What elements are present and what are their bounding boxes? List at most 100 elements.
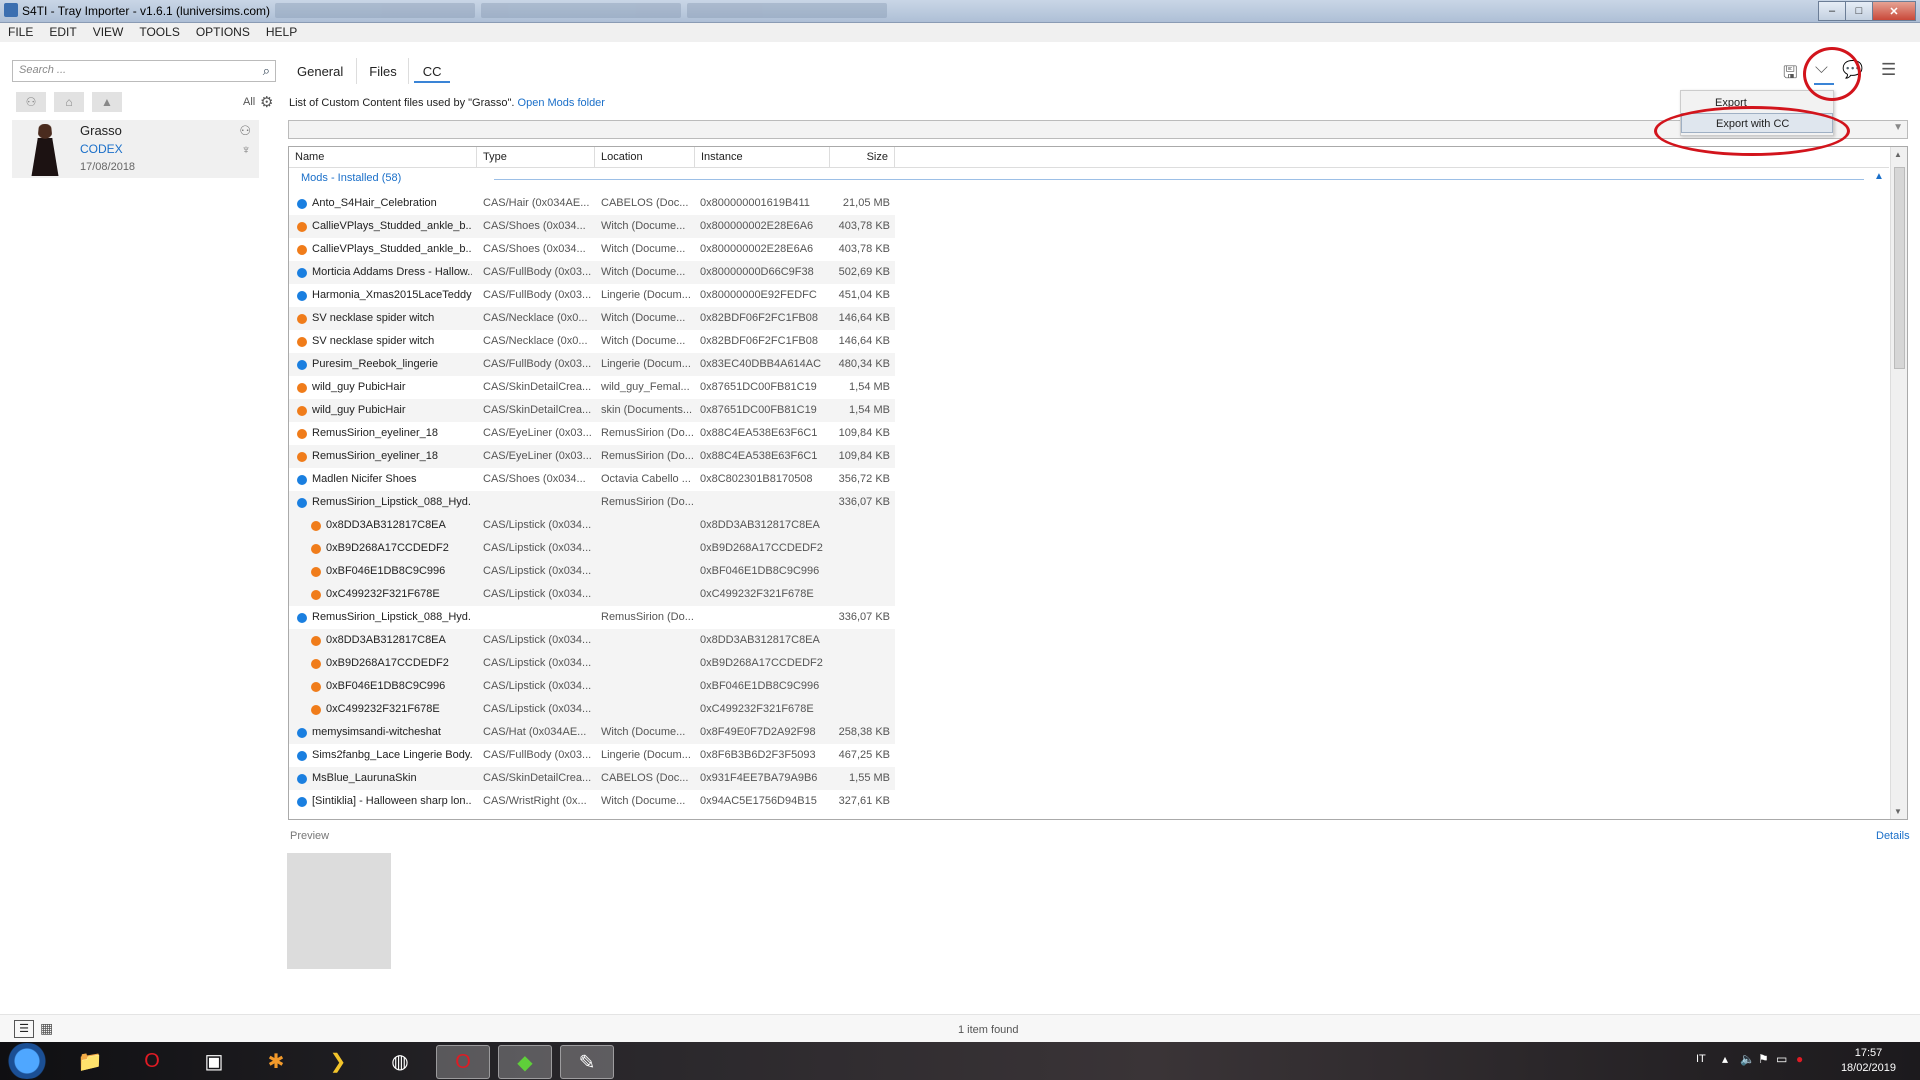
table-row[interactable]: Harmonia_Xmas2015LaceTeddy CAS/FullBody (… (289, 284, 895, 307)
close-button[interactable]: ✕ (1872, 1, 1916, 21)
combo-arrow-icon[interactable]: ▼ (1893, 122, 1903, 133)
status-dot-icon (311, 521, 321, 531)
grid-view-icon[interactable]: ▦ (40, 1020, 53, 1037)
clock-time: 17:57 (1854, 1047, 1883, 1059)
cell-size: 403,78 KB (838, 243, 890, 255)
filter-lots-icon[interactable]: ⌂ (54, 92, 84, 112)
table-row[interactable]: CallieVPlays_Studded_ankle_b... CAS/Shoes… (289, 238, 895, 261)
start-button[interactable] (4, 1043, 50, 1079)
menu-view[interactable]: VIEW (85, 23, 132, 42)
status-dot-icon (311, 544, 321, 554)
table-row[interactable]: wild_guy PubicHair CAS/SkinDetailCrea... w… (289, 376, 895, 399)
table-row[interactable]: Puresim_Reebok_lingerie CAS/FullBody (0x0… (289, 353, 895, 376)
list-view-icon[interactable]: ☰ (14, 1020, 34, 1038)
table-row[interactable]: SV necklase spider witch CAS/Necklace (0x… (289, 330, 895, 353)
explorer-icon[interactable]: 📁 (64, 1045, 116, 1077)
status-bar: ☰ ▦ 1 item found (0, 1014, 1920, 1043)
avatar (31, 124, 59, 176)
menu-tools[interactable]: TOOLS (131, 23, 187, 42)
flag-icon[interactable]: ⚑ (1758, 1052, 1769, 1066)
menu-file[interactable]: FILE (0, 23, 41, 42)
table-subrow[interactable]: 0xBF046E1DB8C9C996 CAS/Lipstick (0x034...… (289, 560, 895, 583)
cell-size (834, 514, 890, 537)
table-row[interactable]: CallieVPlays_Studded_ankle_b... CAS/Shoes… (289, 215, 895, 238)
opera-active-icon[interactable]: O (436, 1045, 490, 1079)
search-icon[interactable]: ⌕ (263, 63, 270, 79)
maximize-button[interactable]: □ (1845, 1, 1873, 21)
status-dot-icon (311, 659, 321, 669)
menu-options[interactable]: OPTIONS (188, 23, 258, 42)
scroll-down-icon[interactable]: ▼ (1894, 807, 1902, 816)
table-row[interactable]: SV necklase spider witch CAS/Necklace (0x… (289, 307, 895, 330)
clock[interactable]: 17:57 18/02/2019 (1841, 1046, 1896, 1076)
details-link[interactable]: Details (1876, 830, 1910, 842)
opera-icon[interactable]: O (126, 1045, 178, 1077)
table-row[interactable]: Anto_S4Hair_Celebration CAS/Hair (0x034AE… (289, 192, 895, 215)
table-subrow[interactable]: 0xBF046E1DB8C9C996 CAS/Lipstick (0x034...… (289, 675, 895, 698)
antivirus-icon[interactable]: ● (1796, 1052, 1803, 1066)
table-row[interactable]: MsBlue_LaurunaSkin CAS/SkinDetailCrea... C… (289, 767, 895, 790)
cell-location: skin (Documents... (601, 404, 693, 416)
scroll-thumb[interactable] (1894, 167, 1905, 369)
hamburger-menu-icon[interactable]: ☰ (1881, 60, 1896, 80)
table-subrow[interactable]: 0xC499232F321F678E CAS/Lipstick (0x034...… (289, 698, 895, 721)
scroll-up-icon[interactable]: ▲ (1894, 150, 1902, 159)
table-row[interactable]: [Sintiklia] - Halloween sharp lon... CAS/… (289, 790, 895, 813)
table-subrow[interactable]: 0x8DD3AB312817C8EA CAS/Lipstick (0x034...… (289, 514, 895, 537)
menu-help[interactable]: HELP (258, 23, 305, 42)
filter-rooms-icon[interactable]: ▲ (92, 92, 122, 112)
table-subrow[interactable]: 0x8DD3AB312817C8EA CAS/Lipstick (0x034...… (289, 629, 895, 652)
table-row[interactable]: RemusSirion_eyeliner_18 CAS/EyeLiner (0x0… (289, 422, 895, 445)
app-icon-orange[interactable]: ✱ (250, 1045, 302, 1077)
table-row[interactable]: memysimsandi-witcheshat CAS/Hat (0x034AE.… (289, 721, 895, 744)
minimize-button[interactable]: – (1818, 1, 1846, 21)
tray-expand-icon[interactable]: ▴ (1722, 1052, 1728, 1066)
cell-name: 0xBF046E1DB8C9C996 (326, 565, 446, 577)
col-size[interactable]: Size (830, 147, 895, 167)
group-header[interactable]: Mods - Installed (58) (301, 172, 401, 184)
cell-location: Witch (Docume... (601, 795, 686, 807)
household-tag[interactable]: CODEX (80, 142, 123, 156)
collapse-chevron-icon[interactable]: ▲ (1874, 171, 1884, 182)
filter-all-label[interactable]: All (243, 96, 255, 108)
gear-icon[interactable]: ⚙ (260, 93, 273, 111)
vertical-scrollbar[interactable]: ▲ ▼ (1890, 147, 1907, 819)
tab-general[interactable]: General (288, 62, 352, 83)
cc-description: List of Custom Content files used by "Gr… (289, 97, 605, 109)
table-row[interactable]: RemusSirion_eyeliner_18 CAS/EyeLiner (0x0… (289, 445, 895, 468)
filter-households-icon[interactable]: ⚇ (16, 92, 46, 112)
app-icon-arrow[interactable]: ❯ (312, 1045, 364, 1077)
table-subrow[interactable]: 0xB9D268A17CCDEDF2 CAS/Lipstick (0x034...… (289, 652, 895, 675)
network-icon[interactable]: ▭ (1776, 1052, 1787, 1066)
sims-icon[interactable]: ◆ (498, 1045, 552, 1079)
language-indicator[interactable]: IT (1696, 1053, 1706, 1065)
col-instance[interactable]: Instance (695, 147, 830, 167)
table-row[interactable]: Madlen Nicifer Shoes CAS/Shoes (0x034... O… (289, 468, 895, 491)
household-card[interactable]: Grasso CODEX 17/08/2018 ⚇ ♆ (12, 120, 259, 178)
cell-type: CAS/Lipstick (0x034... (483, 588, 592, 600)
open-mods-folder-link[interactable]: Open Mods folder (518, 97, 605, 109)
table-row[interactable]: Sims2fanbg_Lace Lingerie Body... CAS/Full… (289, 744, 895, 767)
preview-label: Preview (290, 830, 330, 842)
table-subrow[interactable]: 0xB9D268A17CCDEDF2 CAS/Lipstick (0x034...… (289, 537, 895, 560)
volume-icon[interactable]: 🔈 (1740, 1052, 1755, 1066)
cell-name: 0xC499232F321F678E (326, 703, 440, 715)
app-icon-globe[interactable]: ◍ (374, 1045, 426, 1077)
cell-location: Witch (Docume... (601, 243, 686, 255)
save-icon[interactable]: 🖫 (1783, 60, 1797, 89)
tab-cc[interactable]: CC (413, 62, 451, 83)
table-row[interactable]: RemusSirion_Lipstick_088_Hyd... RemusSiri… (289, 606, 895, 629)
col-name[interactable]: Name (289, 147, 477, 167)
table-subrow[interactable]: 0xC499232F321F678E CAS/Lipstick (0x034...… (289, 583, 895, 606)
paint-icon[interactable]: ✎ (560, 1045, 614, 1079)
media-icon[interactable]: ▣ (188, 1045, 240, 1077)
search-input[interactable]: Search ... ⌕ (12, 60, 276, 82)
menu-edit[interactable]: EDIT (41, 23, 84, 42)
table-row[interactable]: RemusSirion_Lipstick_088_Hyd... RemusSiri… (289, 491, 895, 514)
tab-files[interactable]: Files (360, 62, 405, 83)
col-type[interactable]: Type (477, 147, 595, 167)
table-row[interactable]: wild_guy PubicHair CAS/SkinDetailCrea... s… (289, 399, 895, 422)
cell-instance: 0xC499232F321F678E (700, 588, 814, 600)
col-location[interactable]: Location (595, 147, 695, 167)
table-row[interactable]: Morticia Addams Dress - Hallow... CAS/Ful… (289, 261, 895, 284)
